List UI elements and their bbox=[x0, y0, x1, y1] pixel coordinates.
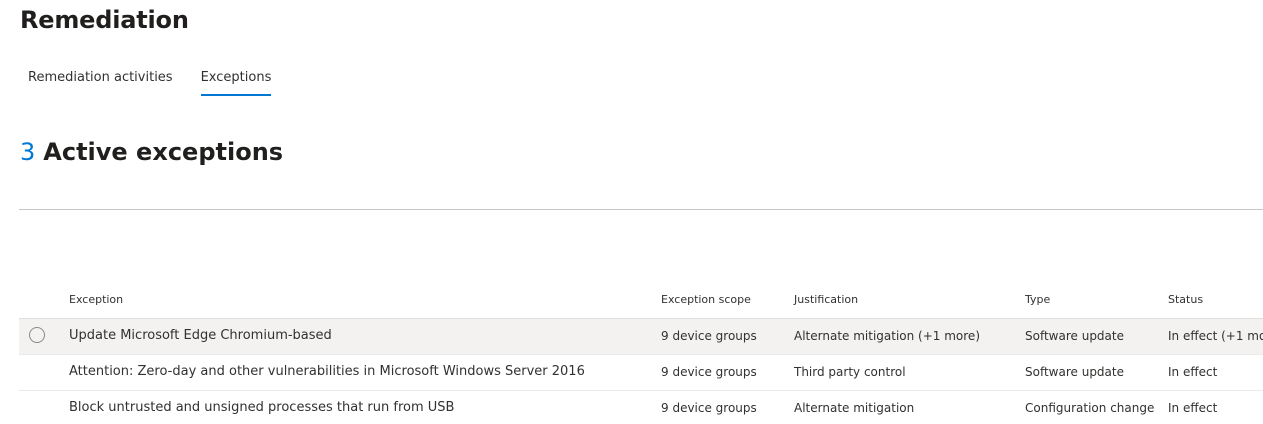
exception-justification: Third party control bbox=[794, 365, 906, 379]
exceptions-table: Exception Exception scope Justification … bbox=[19, 282, 1263, 424]
table-row[interactable]: Update Microsoft Edge Chromium-based 9 d… bbox=[19, 319, 1263, 355]
column-header-type[interactable]: Type bbox=[1025, 293, 1050, 306]
exception-justification: Alternate mitigation (+1 more) bbox=[794, 329, 980, 343]
page-title: Remediation bbox=[20, 6, 189, 34]
table-header: Exception Exception scope Justification … bbox=[19, 282, 1263, 319]
exception-scope: 9 device groups bbox=[661, 365, 757, 379]
exception-scope: 9 device groups bbox=[661, 401, 757, 415]
exception-name[interactable]: Attention: Zero-day and other vulnerabil… bbox=[69, 364, 585, 379]
section-heading: 3 Active exceptions bbox=[20, 138, 283, 166]
exception-status: In effect bbox=[1168, 401, 1218, 415]
section-title: Active exceptions bbox=[43, 138, 284, 166]
table-row[interactable]: Attention: Zero-day and other vulnerabil… bbox=[19, 355, 1263, 391]
exception-status: In effect (+1 more) bbox=[1168, 329, 1263, 343]
exception-type: Software update bbox=[1025, 329, 1124, 343]
exception-name[interactable]: Block untrusted and unsigned processes t… bbox=[69, 400, 454, 415]
divider bbox=[19, 209, 1263, 210]
exception-scope: 9 device groups bbox=[661, 329, 757, 343]
tab-exceptions[interactable]: Exceptions bbox=[193, 62, 280, 98]
table-row[interactable]: Block untrusted and unsigned processes t… bbox=[19, 391, 1263, 424]
tab-remediation-activities[interactable]: Remediation activities bbox=[20, 62, 181, 98]
column-header-justification[interactable]: Justification bbox=[794, 293, 858, 306]
column-header-exception[interactable]: Exception bbox=[69, 293, 123, 306]
radio-button-icon[interactable] bbox=[29, 327, 45, 343]
exception-type: Software update bbox=[1025, 365, 1124, 379]
tab-bar: Remediation activities Exceptions bbox=[20, 62, 291, 98]
exception-justification: Alternate mitigation bbox=[794, 401, 915, 415]
exception-type: Configuration change bbox=[1025, 401, 1155, 415]
column-header-scope[interactable]: Exception scope bbox=[661, 293, 751, 306]
remediation-page: Remediation Remediation activities Excep… bbox=[0, 0, 1263, 424]
exception-name[interactable]: Update Microsoft Edge Chromium-based bbox=[69, 328, 332, 343]
exception-status: In effect bbox=[1168, 365, 1218, 379]
exception-count: 3 bbox=[20, 138, 36, 166]
column-header-status[interactable]: Status bbox=[1168, 293, 1203, 306]
